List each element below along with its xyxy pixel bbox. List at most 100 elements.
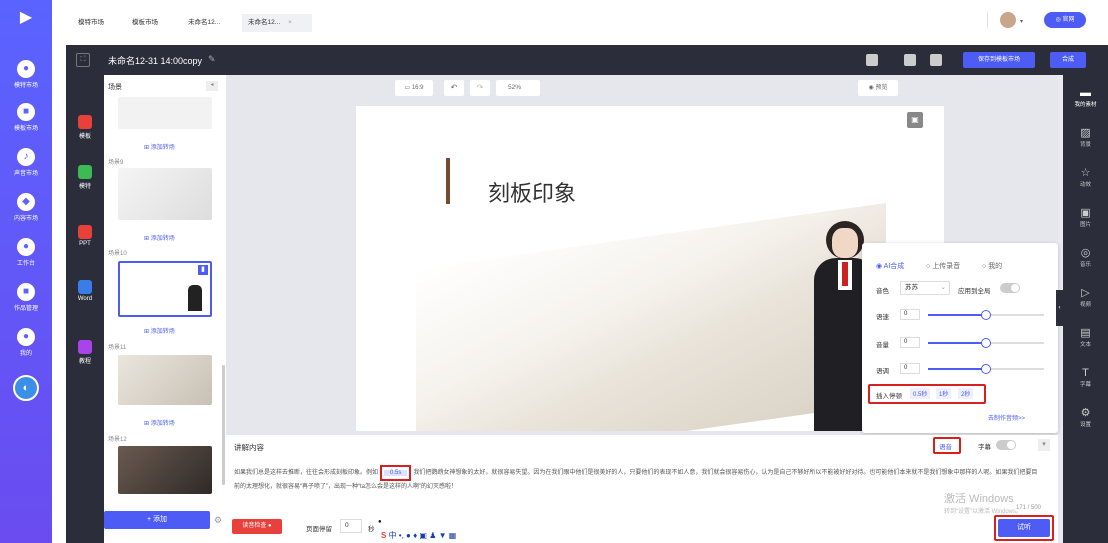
scene-label: 场景10 (108, 251, 127, 257)
copy-icon[interactable] (904, 54, 916, 66)
avatar[interactable] (1000, 12, 1016, 28)
panel-collapse-handle[interactable]: ‹ (1056, 290, 1063, 326)
rb-music[interactable]: ◎ 音乐 (1063, 247, 1108, 268)
rb-video[interactable]: ▷ 视频 (1063, 287, 1108, 308)
save-to-template-button[interactable]: 保存到模板市场 (963, 52, 1035, 68)
pause-2s-button[interactable]: 2秒 (958, 388, 974, 399)
nav-templates[interactable]: 模板 (66, 115, 104, 140)
app-sidebar: ▶ ● 模特市场 ■ 模板市场 ♪ 声音市场 ◆ 内容市场 ● 工作台 ■ 作品管理 ● 我的… (0, 0, 52, 543)
chevron-down-icon[interactable]: ▾ (1020, 18, 1023, 25)
tab-untitled-2[interactable]: 未命名12... × (242, 14, 312, 32)
add-transition-button[interactable]: ⊞ 添加转场 (144, 326, 175, 335)
content-icon: ◆ (17, 193, 35, 211)
rail-item-content[interactable]: ◆ 内容市场 (0, 193, 52, 222)
rail-item-works[interactable]: ■ 作品管理 (0, 283, 52, 312)
add-transition-button[interactable]: ⊞ 添加转场 (144, 142, 175, 151)
nav-models[interactable]: 模特 (66, 165, 104, 190)
editor-toolbar: ⛶ 未命名12-31 14:00copy ✎ 保存到模板市场 合成 (66, 45, 1108, 75)
scene-thumbnail[interactable] (118, 97, 212, 129)
rb-text[interactable]: ▤ 文本 (1063, 327, 1108, 348)
add-scene-button[interactable]: + 添加 (104, 511, 210, 529)
scene-thumbnail[interactable] (118, 168, 212, 220)
rail-item-mine[interactable]: ● 我的 (0, 328, 52, 357)
layout-icon[interactable] (866, 54, 878, 66)
aspect-ratio-button[interactable]: ▭ 16:9 (395, 80, 433, 96)
delete-icon[interactable]: ▮ (198, 265, 208, 275)
image-icon[interactable]: ▣ (907, 112, 923, 128)
speed-slider[interactable] (928, 310, 1044, 320)
nav-ppt[interactable]: PPT (66, 225, 104, 247)
rb-settings[interactable]: ⚙ 设置 (1063, 407, 1108, 428)
pause-1s-button[interactable]: 1秒 (936, 388, 952, 399)
assistant-icon[interactable]: ◐ (13, 375, 39, 401)
pitch-slider[interactable] (928, 364, 1044, 374)
nav-word[interactable]: Word (66, 280, 104, 302)
preview-button[interactable]: ◉ 预览 (858, 80, 898, 96)
undo-icon[interactable]: ↶ (444, 80, 464, 96)
info-icon[interactable]: ● (378, 519, 382, 525)
add-transition-button[interactable]: ⊞ 添加转场 (144, 233, 175, 242)
add-transition-button[interactable]: ⊞ 添加转场 (144, 418, 175, 427)
pause-tag[interactable]: 0.5s (384, 470, 408, 476)
voice-select[interactable]: 苏苏 ⌄ (900, 281, 950, 295)
voice-tab[interactable]: 语音 (939, 441, 952, 451)
rb-my-assets[interactable]: ▬ 我的素材 (1063, 87, 1108, 108)
edit-icon[interactable]: ✎ (208, 54, 216, 65)
text-icon: ▤ (1080, 327, 1091, 339)
speech-textarea[interactable]: 如果我们总是这样去推断，往往会形成刻板印象。例如 0.5s 我们把鹦鹉女神想象的太好… (234, 465, 1040, 493)
folder-icon: ▬ (1080, 87, 1091, 99)
redo-icon[interactable]: ↷ (470, 80, 490, 96)
pause-label: 插入停顿 (876, 393, 902, 400)
official-site-button[interactable]: ◎ 官网 (1044, 12, 1086, 28)
scene-label: 场景11 (108, 345, 127, 351)
slide-canvas[interactable]: 刻板印象 ▣ (356, 106, 944, 431)
tab-untitled-1[interactable]: 未命名12... (182, 14, 226, 32)
listen-button[interactable]: 试听 (998, 519, 1050, 537)
person-icon: ● (17, 60, 35, 78)
scene-thumbnail[interactable] (118, 355, 212, 405)
expand-icon[interactable]: ▾ (1038, 439, 1050, 451)
speed-input[interactable]: 0 (900, 309, 920, 320)
scene-thumbnail[interactable] (118, 446, 212, 494)
rail-item-workspace[interactable]: ● 工作台 (0, 238, 52, 267)
collapse-icon[interactable]: ◂ (206, 81, 218, 91)
project-title: 未命名12-31 14:00copy (108, 56, 203, 66)
close-icon[interactable]: × (288, 19, 292, 26)
zoom-level[interactable]: 52% (496, 80, 540, 96)
scrollbar[interactable] (222, 365, 225, 485)
pronunciation-check-button[interactable]: 读音检查 ● (232, 519, 282, 534)
settings-icon[interactable]: ⚙ (214, 515, 222, 526)
subtitle-toggle[interactable] (996, 440, 1016, 450)
tab-templates[interactable]: 模板市场 (126, 14, 164, 32)
page-pause-input[interactable]: 0 (340, 519, 362, 533)
compose-button[interactable]: 合成 (1050, 52, 1086, 68)
apply-all-toggle[interactable] (1000, 283, 1020, 293)
rail-item-models[interactable]: ● 模特市场 (0, 60, 52, 89)
fullscreen-icon[interactable]: ⛶ (76, 53, 90, 67)
ime-toolbar[interactable]: S 中 •, ● ♦ ▣ ♟ ▼ ▦ (381, 530, 511, 543)
rb-subtitle[interactable]: T 字幕 (1063, 367, 1108, 388)
nav-tutorials[interactable]: 教程 (66, 340, 104, 365)
volume-label: 音量 (876, 342, 889, 349)
speech-section: 讲解内容 语音 字幕 ▾ 如果我们总是这样去推断，往往会形成刻板印象。例如 0.5… (226, 435, 1058, 543)
mode-upload[interactable]: ○ 上传录音 (926, 261, 960, 271)
rail-item-voices[interactable]: ♪ 声音市场 (0, 148, 52, 177)
scene-thumbnail-selected[interactable]: ▮ (118, 261, 212, 317)
volume-slider[interactable] (928, 338, 1044, 348)
tab-models[interactable]: 模特市场 (72, 14, 110, 32)
rb-background[interactable]: ▨ 背景 (1063, 127, 1108, 148)
pitch-input[interactable]: 0 (900, 363, 920, 374)
presenter-tie (842, 262, 848, 286)
voice-label: 音色 (876, 288, 889, 295)
rb-image[interactable]: ▣ 图片 (1063, 207, 1108, 228)
pause-0-5s-button[interactable]: 0.5秒 (910, 388, 931, 399)
volume-input[interactable]: 0 (900, 337, 920, 348)
slide-title[interactable]: 刻板印象 (488, 176, 576, 208)
apply-all-label: 应用到全局 (958, 288, 991, 295)
mode-mine[interactable]: ○ 我的 (982, 261, 1002, 271)
mode-ai[interactable]: ◉ AI合成 (876, 261, 904, 271)
rail-item-templates[interactable]: ■ 模板市场 (0, 103, 52, 132)
save-icon[interactable] (930, 54, 942, 66)
rb-motion[interactable]: ☆ 动效 (1063, 167, 1108, 188)
make-audio-link[interactable]: 去制作音频>> (988, 413, 1025, 422)
